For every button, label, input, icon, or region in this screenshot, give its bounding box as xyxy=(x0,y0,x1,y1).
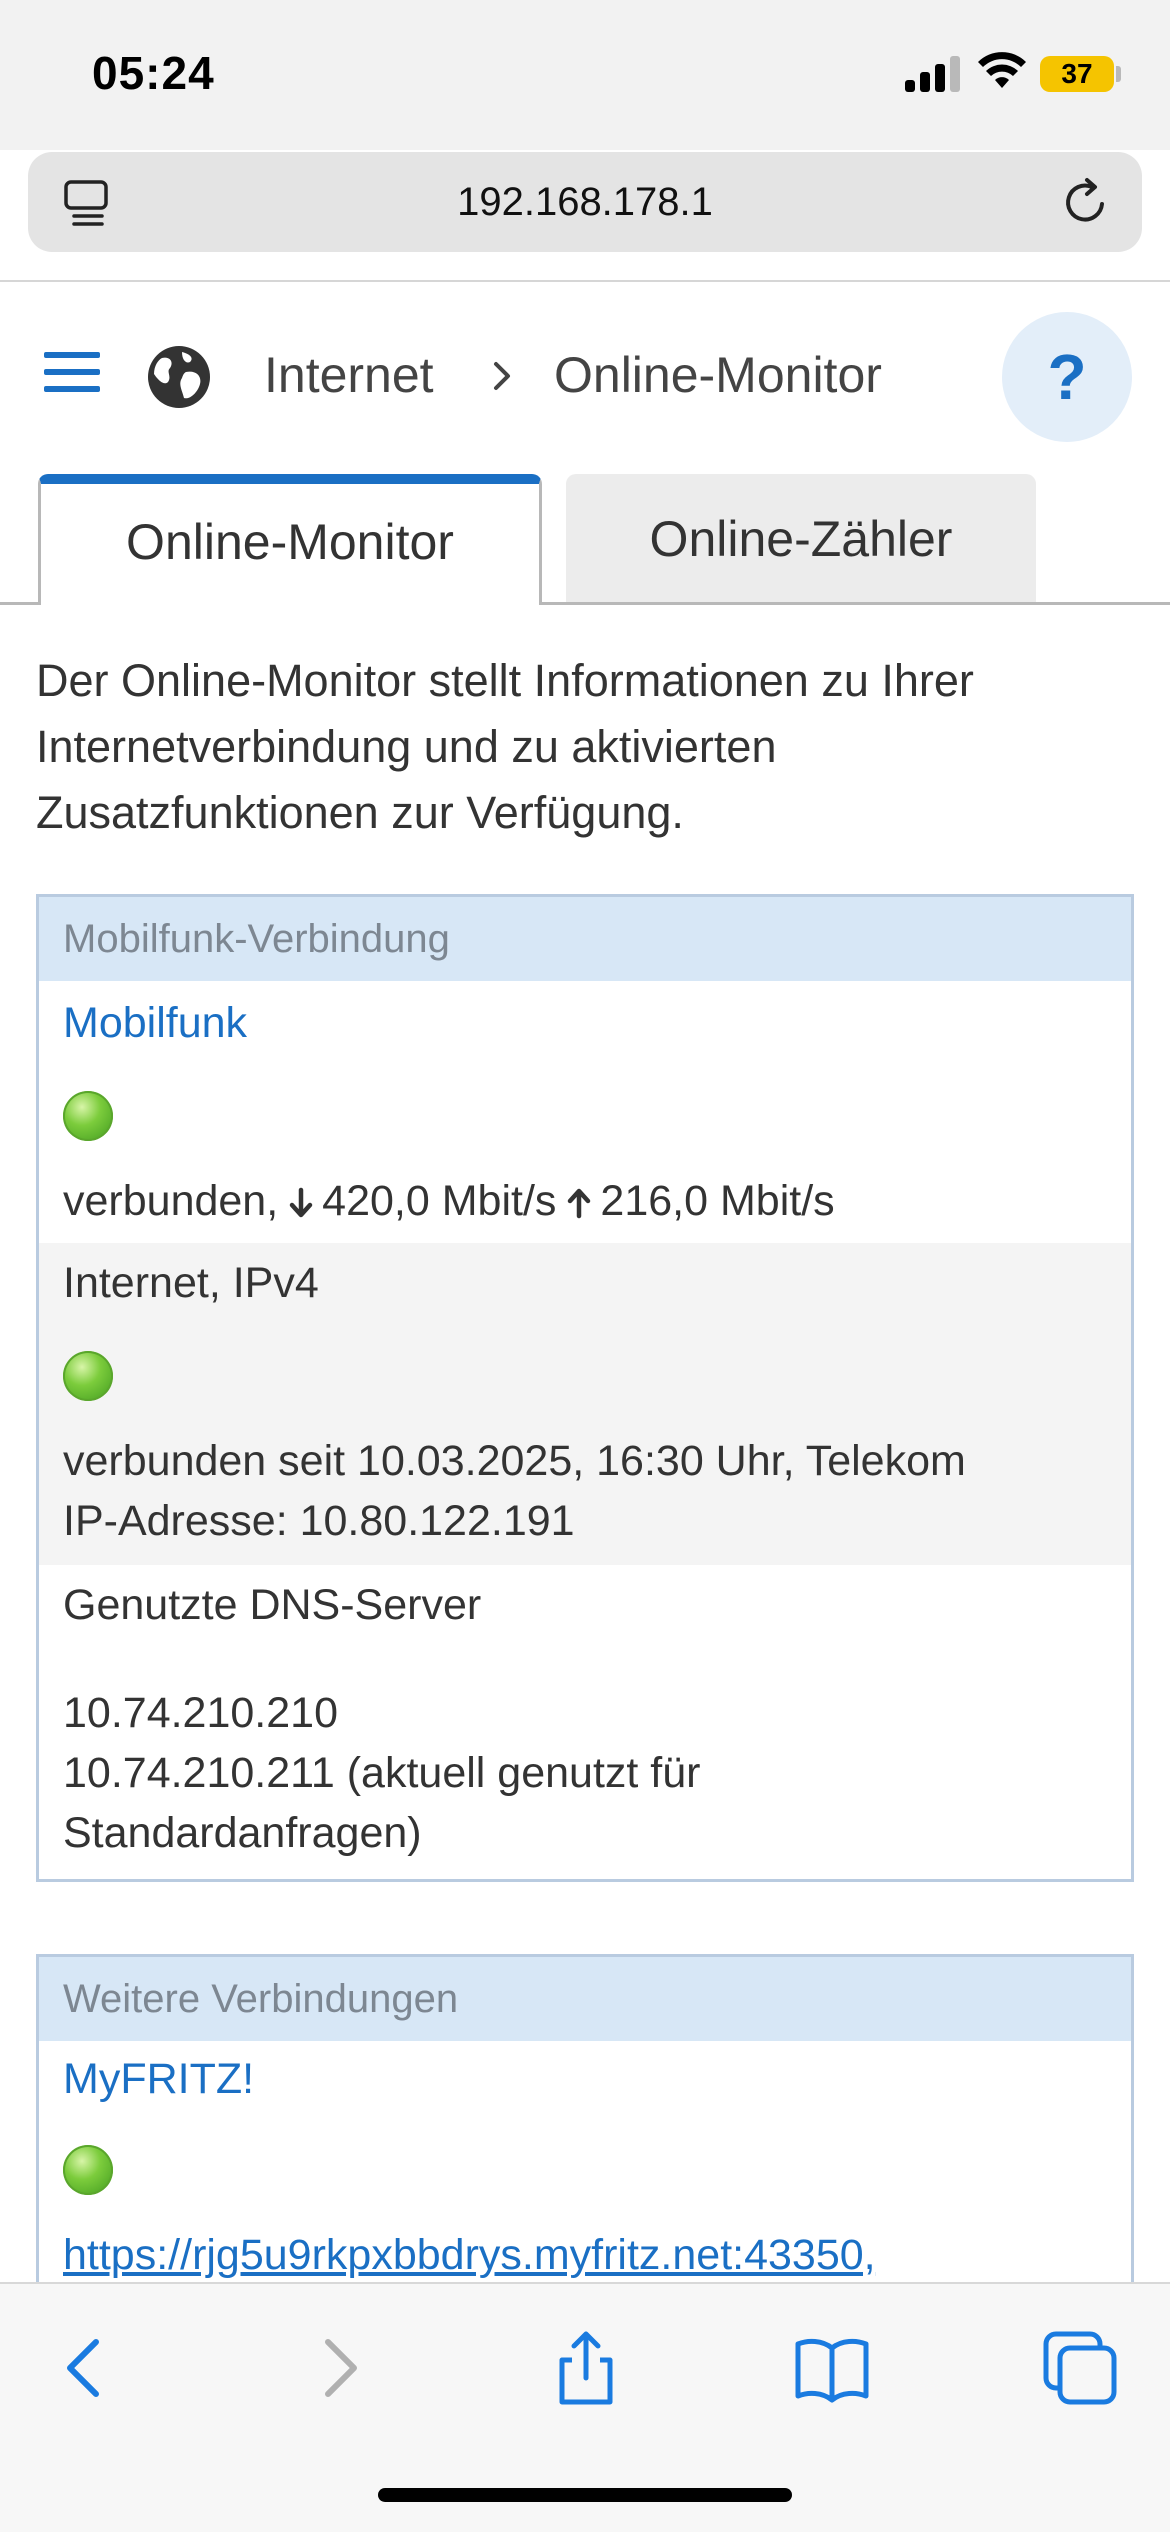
tab-online-zaehler[interactable]: Online-Zähler xyxy=(566,474,1036,602)
status-time: 05:24 xyxy=(92,47,215,99)
ipv4-title: Internet, IPv4 xyxy=(63,1259,319,1307)
reload-icon[interactable] xyxy=(1058,174,1114,230)
chevron-right-icon xyxy=(494,362,510,390)
address-bar[interactable]: 192.168.178.1 xyxy=(28,152,1142,252)
ipv4-row: Internet, IPv4 verbunden seit 10.03.2025… xyxy=(39,1243,1131,1565)
url-text[interactable]: 192.168.178.1 xyxy=(28,180,1142,225)
globe-icon xyxy=(148,346,210,408)
mobilfunk-row: Mobilfunk verbunden, 420,0 Mbit/s 216,0 Mb… xyxy=(39,981,1131,1243)
battery-nub xyxy=(1116,66,1121,82)
panel-title: Mobilfunk-Verbindung xyxy=(39,897,1131,981)
back-icon[interactable] xyxy=(46,2328,126,2408)
bookmarks-icon[interactable] xyxy=(792,2328,872,2408)
divider xyxy=(0,280,1170,282)
intro-text: Der Online-Monitor stellt Informationen … xyxy=(36,655,974,838)
myfritz-url-link[interactable]: https://rjg5u9rkpxbbdrys.myfritz.net:433… xyxy=(63,2231,876,2280)
menu-icon[interactable] xyxy=(44,352,100,392)
breadcrumb-online-monitor: Online-Monitor xyxy=(554,347,882,403)
tab-online-monitor[interactable]: Online-Monitor xyxy=(38,474,542,605)
breadcrumb-internet[interactable]: Internet xyxy=(264,346,434,404)
battery-level: 37 xyxy=(1061,58,1093,89)
share-icon[interactable] xyxy=(546,2328,626,2408)
dns-server-2: 10.74.210.211 (aktuell genutzt für xyxy=(63,1749,701,1797)
arrow-down-icon xyxy=(289,1187,313,1218)
upstream-rate: 216,0 Mbit/s xyxy=(600,1177,835,1225)
cellular-signal-icon xyxy=(905,56,961,92)
ipv4-address: IP-Adresse: 10.80.122.191 xyxy=(63,1497,575,1545)
forward-icon[interactable] xyxy=(298,2328,378,2408)
dns-server-2-note: Standardanfragen) xyxy=(63,1809,422,1857)
status-ok-icon xyxy=(63,2145,113,2195)
status-text: verbunden, xyxy=(63,1177,279,1225)
arrow-up-icon xyxy=(568,1188,591,1219)
dns-title: Genutzte DNS-Server xyxy=(63,1581,482,1629)
help-button[interactable]: ? xyxy=(1002,312,1132,442)
mobile-connection-panel: Mobilfunk-Verbindung Mobilfunk verbunden… xyxy=(36,894,1134,1882)
dns-row: Genutzte DNS-Server 10.74.210.210 10.74.… xyxy=(39,1565,1131,1875)
myfritz-link[interactable]: MyFRITZ! xyxy=(63,2055,254,2104)
status-ok-icon xyxy=(63,1091,113,1141)
tabs-icon[interactable] xyxy=(1040,2328,1120,2408)
home-indicator xyxy=(378,2488,792,2502)
status-bar: 05:24 37 xyxy=(0,0,1170,150)
status-ok-icon xyxy=(63,1351,113,1401)
downstream-rate: 420,0 Mbit/s xyxy=(322,1177,557,1225)
dns-server-1: 10.74.210.210 xyxy=(63,1689,338,1737)
mobilfunk-status: verbunden, 420,0 Mbit/s 216,0 Mbit/s xyxy=(63,1177,835,1226)
panel-title: Weitere Verbindungen xyxy=(39,1957,1131,2041)
ipv4-since: verbunden seit 10.03.2025, 16:30 Uhr, Te… xyxy=(63,1437,966,1485)
battery-icon: 37 xyxy=(1040,56,1114,92)
mobilfunk-link[interactable]: Mobilfunk xyxy=(63,999,247,1048)
wifi-icon xyxy=(978,52,1026,88)
